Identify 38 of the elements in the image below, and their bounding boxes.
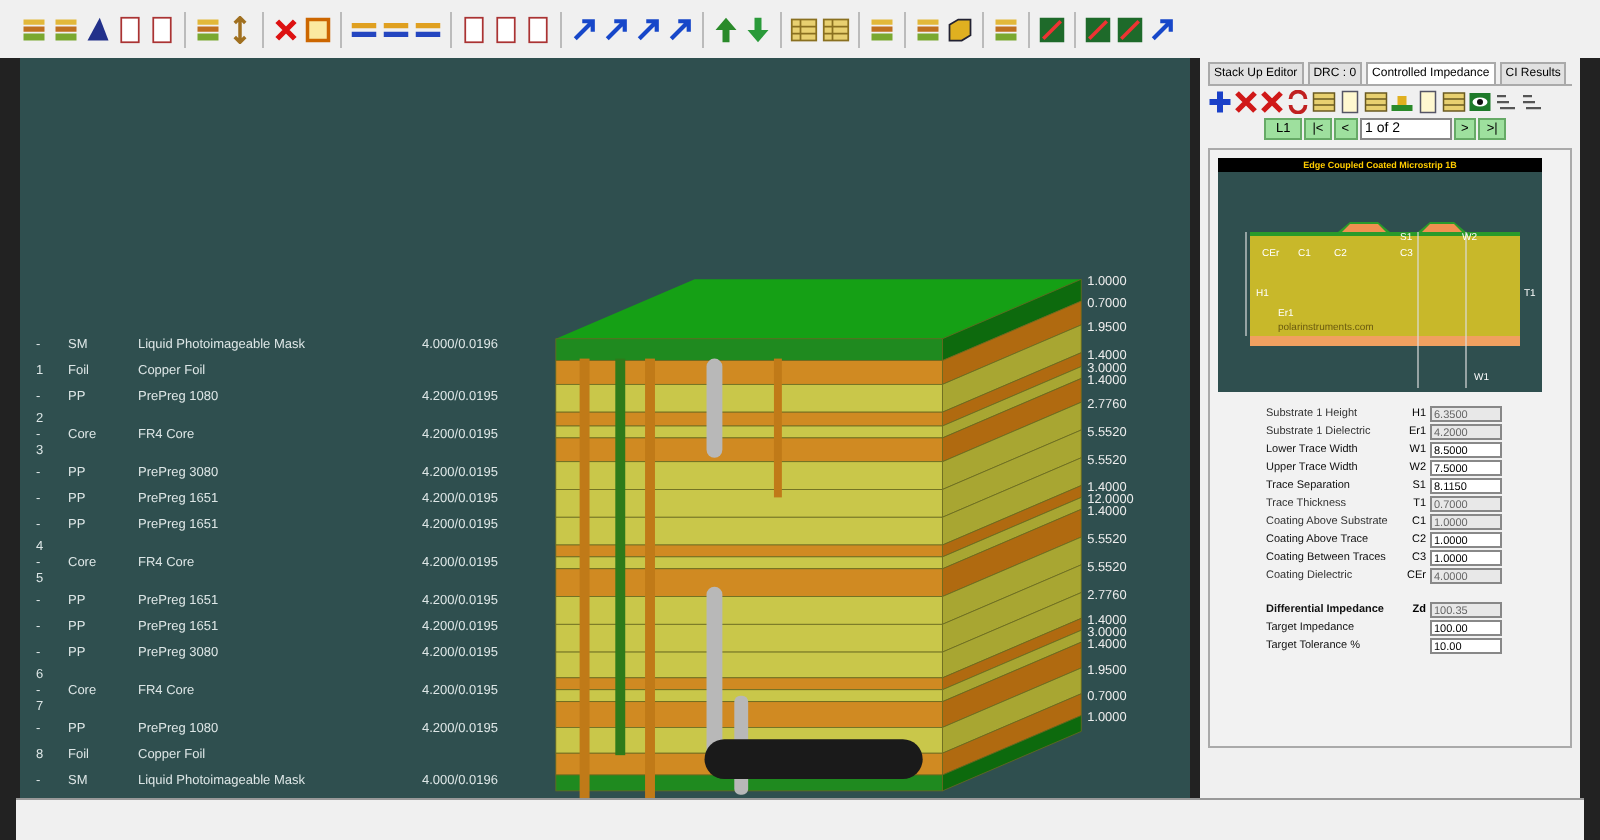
diagonal-arrow-icon[interactable] [1148,15,1176,44]
stack-icon[interactable] [194,15,222,44]
diagonal-arrow-icon[interactable] [666,15,694,44]
delete-icon[interactable] [1234,90,1258,115]
document-icon[interactable] [460,15,488,44]
document-icon[interactable] [1416,90,1440,115]
wizard-hat-icon[interactable] [84,15,112,44]
grid-icon[interactable] [1364,90,1388,115]
grid-icon[interactable] [822,15,850,44]
close-icon[interactable] [272,15,300,44]
add-icon[interactable] [1208,90,1232,115]
swap-icon[interactable] [1286,90,1310,115]
delete-icon[interactable] [1260,90,1284,115]
formula-icon[interactable] [1520,90,1544,115]
cube-icon[interactable] [946,15,974,44]
up-arrow-icon[interactable] [712,15,740,44]
document-icon[interactable] [492,15,520,44]
document-icon[interactable] [148,15,176,44]
diagonal-arrow-icon[interactable] [634,15,662,44]
document-icon[interactable] [524,15,552,44]
chart-icon[interactable] [1084,15,1112,44]
document-icon[interactable] [116,15,144,44]
stack-icon[interactable] [992,15,1020,44]
formula-icon[interactable] [1494,90,1518,115]
chart-icon[interactable] [1116,15,1144,44]
frame-icon[interactable] [304,15,332,44]
chart-icon[interactable] [1038,15,1066,44]
down-arrow-icon[interactable] [744,15,772,44]
grid-icon[interactable] [1312,90,1336,115]
grid-icon[interactable] [1442,90,1466,115]
trace-icon[interactable] [1390,90,1414,115]
stack-icon[interactable] [868,15,896,44]
stack-icon[interactable] [20,15,48,44]
grid-icon[interactable] [790,15,818,44]
diagonal-arrow-icon[interactable] [570,15,598,44]
diagonal-arrow-icon[interactable] [602,15,630,44]
document-icon[interactable] [1338,90,1362,115]
eye-icon[interactable] [1468,90,1492,115]
